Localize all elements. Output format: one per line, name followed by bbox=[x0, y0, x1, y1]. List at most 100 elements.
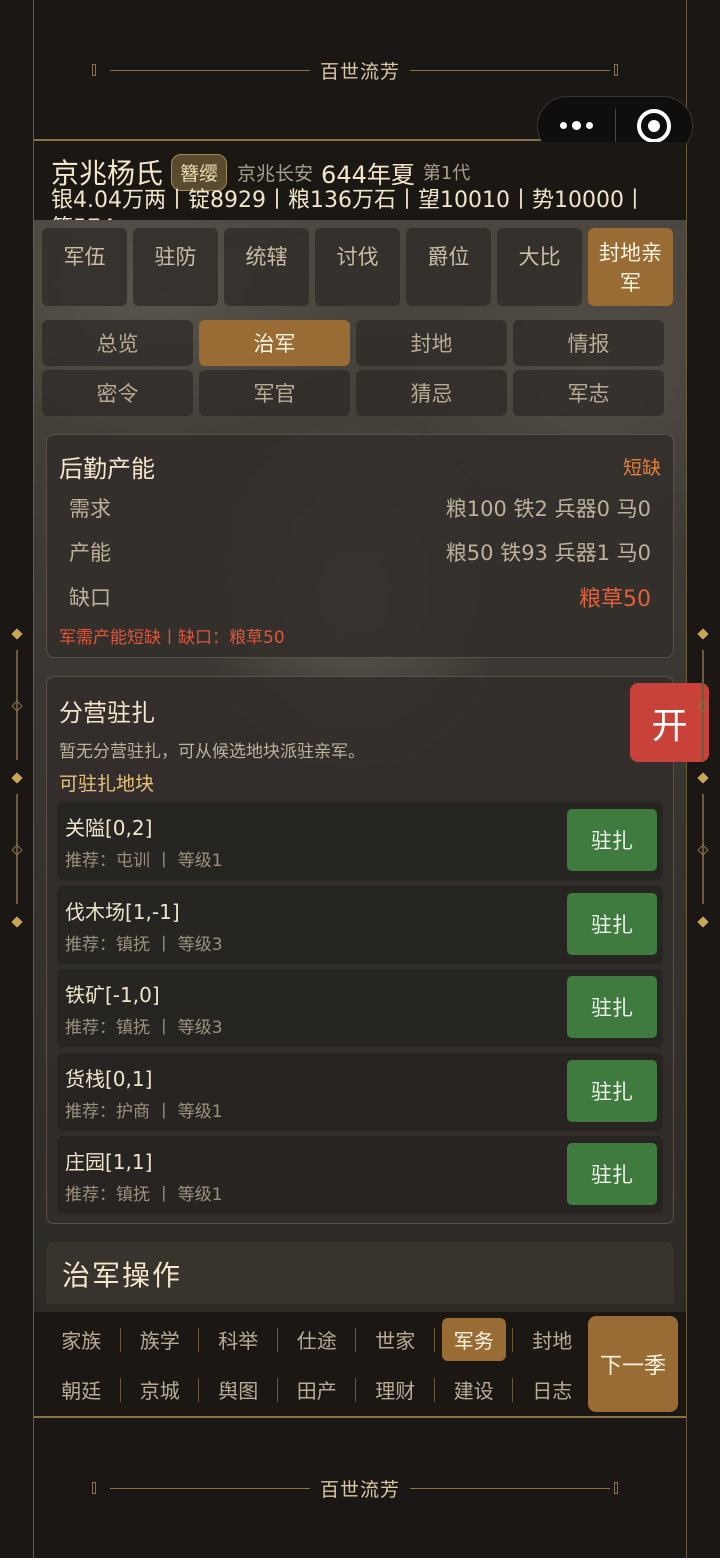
bottom-nav: 家族 族学 科举 仕途 世家 军务 封地朝廷 京城 舆图 田产 理财 建设 日志 下一季 bbox=[34, 1312, 686, 1416]
sub-tab[interactable]: 军志 bbox=[513, 370, 664, 416]
nav-grid: 家族 族学 科举 仕途 世家 军务 封地朝廷 京城 舆图 田产 理财 建设 日志 bbox=[42, 1316, 592, 1412]
station-button[interactable]: 驻扎 bbox=[567, 809, 657, 871]
capacity-row: 产能 粮50 铁93 兵器1 马0 bbox=[69, 537, 651, 567]
station-button[interactable]: 驻扎 bbox=[567, 1143, 657, 1205]
gap-label: 缺口 bbox=[69, 586, 111, 610]
nav-item-label: 封地 bbox=[532, 1328, 573, 1353]
plot-row: 伐木场[1,-1] 推荐：镇抚 丨 等级3 驻扎 bbox=[57, 885, 663, 964]
plot-name: 伐木场[1,-1] bbox=[65, 899, 180, 924]
nav-item-label: 京城 bbox=[139, 1378, 180, 1403]
plot-name: 关隘[0,2] bbox=[65, 816, 153, 840]
nav-item[interactable]: 朝廷 bbox=[42, 1366, 121, 1412]
logistics-title: 后勤产能 bbox=[59, 455, 155, 483]
plot-recommendation: 推荐：镇抚 丨 等级3 bbox=[65, 1018, 223, 1038]
station-button[interactable]: 驻扎 bbox=[567, 1059, 657, 1122]
nav-item[interactable]: 理财 bbox=[356, 1366, 435, 1412]
operations-title: 治军操作 bbox=[62, 1259, 183, 1292]
nav-item-label: 科举 bbox=[218, 1328, 259, 1353]
gap-row: 缺口 粮草50 bbox=[69, 581, 651, 613]
plot-name: 货栈[0,1] bbox=[65, 1066, 153, 1091]
demand-value: 粮100 铁2 兵器0 马0 bbox=[445, 497, 651, 521]
plot-row: 货栈[0,1] 推荐：护商 丨 等级1 驻扎 bbox=[57, 1052, 663, 1131]
capacity-value: 粮50 铁93 兵器1 马0 bbox=[445, 541, 651, 565]
nav-item-label: 日志 bbox=[532, 1378, 573, 1403]
plot-recommendation: 推荐：镇抚 丨 等级3 bbox=[65, 934, 223, 955]
gap-value: 粮草50 bbox=[579, 587, 651, 612]
nav-item[interactable]: 军务 bbox=[435, 1316, 514, 1362]
nav-item-label: 朝廷 bbox=[61, 1378, 102, 1403]
nav-item[interactable]: 京城 bbox=[121, 1366, 200, 1412]
resources-line: 银4.04万两丨锭8929丨粮136万石丨望10010丨势10000丨 bbox=[51, 188, 646, 213]
main-tab[interactable]: 封地亲军 bbox=[588, 228, 673, 306]
nav-item-label: 建设 bbox=[453, 1378, 494, 1403]
sub-tab-bar: 总览 治军 封地 情报密令 军官 猜忌 军志 bbox=[42, 320, 664, 416]
banner-title-bottom: 百世流芳 bbox=[319, 1478, 400, 1501]
nav-item[interactable]: 日志 bbox=[513, 1366, 592, 1412]
banner-line-left-bottom bbox=[91, 1481, 310, 1494]
banner-title: 百世流芳 bbox=[319, 60, 400, 83]
nav-item[interactable]: 仕途 bbox=[278, 1316, 357, 1362]
banner-line-right-bottom bbox=[410, 1481, 618, 1494]
station-button[interactable]: 驻扎 bbox=[567, 892, 657, 955]
main-tab[interactable]: 爵位 bbox=[406, 228, 491, 306]
nav-item[interactable]: 田产 bbox=[278, 1366, 357, 1412]
plot-recommendation: 推荐：护商 丨 等级1 bbox=[65, 1101, 223, 1122]
nav-item-label: 军务 bbox=[441, 1317, 506, 1361]
demand-label: 需求 bbox=[69, 497, 111, 521]
nav-item[interactable]: 家族 bbox=[42, 1316, 121, 1362]
plot-row: 铁矿[-1,0] 推荐：镇抚 丨 等级3 驻扎 bbox=[57, 969, 663, 1047]
garrison-panel: 分营驻扎 暂无分营驻扎，可从候选地块派驻亲军。 可驻扎地块 关隘[0,2] 推荐：… bbox=[46, 676, 674, 1224]
nav-item-label: 舆图 bbox=[218, 1378, 259, 1403]
frame-right-line bbox=[686, 0, 687, 1558]
plot-recommendation: 推荐：屯训 丨 等级1 bbox=[65, 851, 223, 871]
shortage-warning: 军需产能短缺丨缺口：粮草50 bbox=[59, 628, 285, 648]
nav-item[interactable]: 族学 bbox=[121, 1316, 200, 1362]
demand-row: 需求 粮100 铁2 兵器0 马0 bbox=[69, 493, 651, 523]
nav-item-label: 田产 bbox=[296, 1378, 337, 1403]
plot-name: 庄园[1,1] bbox=[65, 1150, 153, 1174]
clan-header: 京兆杨氏 簪缨 京兆长安 644年夏 第1代 银4.04万两丨锭8929丨粮13… bbox=[34, 142, 686, 220]
plot-row: 关隘[0,2] 推荐：屯训 丨 等级1 驻扎 bbox=[57, 802, 663, 880]
main-tab-bar: 军伍 驻防 统辖 讨伐 爵位 大比 封地亲军 bbox=[42, 228, 673, 306]
plots-subtitle: 可驻扎地块 bbox=[59, 773, 155, 795]
resources-line-cut: 第574 bbox=[51, 210, 115, 220]
nav-item-label: 家族 bbox=[61, 1328, 102, 1353]
nav-item[interactable]: 建设 bbox=[435, 1366, 514, 1412]
target-circle-icon bbox=[636, 109, 671, 143]
more-dots-icon bbox=[559, 121, 593, 130]
sub-tab[interactable]: 情报 bbox=[513, 320, 664, 366]
nav-item-label: 仕途 bbox=[296, 1328, 337, 1353]
main-tab[interactable]: 大比 bbox=[497, 228, 582, 306]
open-float-button[interactable]: 开 bbox=[630, 683, 709, 762]
sub-tab[interactable]: 军官 bbox=[199, 370, 350, 416]
plot-name: 铁矿[-1,0] bbox=[65, 983, 160, 1007]
plot-recommendation: 推荐：镇抚 丨 等级1 bbox=[65, 1185, 223, 1205]
next-season-button[interactable]: 下一季 bbox=[588, 1316, 678, 1412]
nav-item-label: 世家 bbox=[375, 1328, 416, 1353]
garrison-hint: 暂无分营驻扎，可从候选地块派驻亲军。 bbox=[59, 742, 365, 762]
capacity-label: 产能 bbox=[69, 541, 111, 565]
logistics-panel: 后勤产能 短缺 需求 粮100 铁2 兵器0 马0 产能 粮50 铁93 兵器1… bbox=[46, 434, 674, 658]
sub-tab[interactable]: 治军 bbox=[199, 320, 350, 366]
nav-item[interactable]: 科举 bbox=[199, 1316, 278, 1362]
sub-tab[interactable]: 封地 bbox=[356, 320, 507, 366]
station-button[interactable]: 驻扎 bbox=[567, 976, 657, 1038]
nav-item-label: 族学 bbox=[139, 1328, 180, 1353]
main-tab[interactable]: 讨伐 bbox=[315, 228, 400, 306]
nav-item[interactable]: 世家 bbox=[356, 1316, 435, 1362]
main-scene: 军伍 驻防 统辖 讨伐 爵位 大比 封地亲军 总览 治军 封地 情报密令 军官 猜忌 军志 后勤产能 短… bbox=[34, 220, 686, 1312]
main-tab[interactable]: 军伍 bbox=[42, 228, 127, 306]
nav-item[interactable]: 封地 bbox=[513, 1316, 592, 1362]
shortage-status: 短缺 bbox=[622, 457, 661, 479]
sub-tab[interactable]: 猜忌 bbox=[356, 370, 507, 416]
banner-line-right bbox=[410, 63, 618, 76]
bottom-banner: 百世流芳 bbox=[34, 1418, 686, 1558]
operations-panel: 治军操作 bbox=[46, 1242, 674, 1304]
main-tab[interactable]: 驻防 bbox=[133, 228, 218, 306]
sub-tab[interactable]: 总览 bbox=[42, 320, 193, 366]
nav-item[interactable]: 舆图 bbox=[199, 1366, 278, 1412]
banner-line-left bbox=[91, 63, 310, 76]
main-tab[interactable]: 统辖 bbox=[224, 228, 309, 306]
sub-tab[interactable]: 密令 bbox=[42, 370, 193, 416]
nav-item-label: 理财 bbox=[375, 1378, 416, 1403]
